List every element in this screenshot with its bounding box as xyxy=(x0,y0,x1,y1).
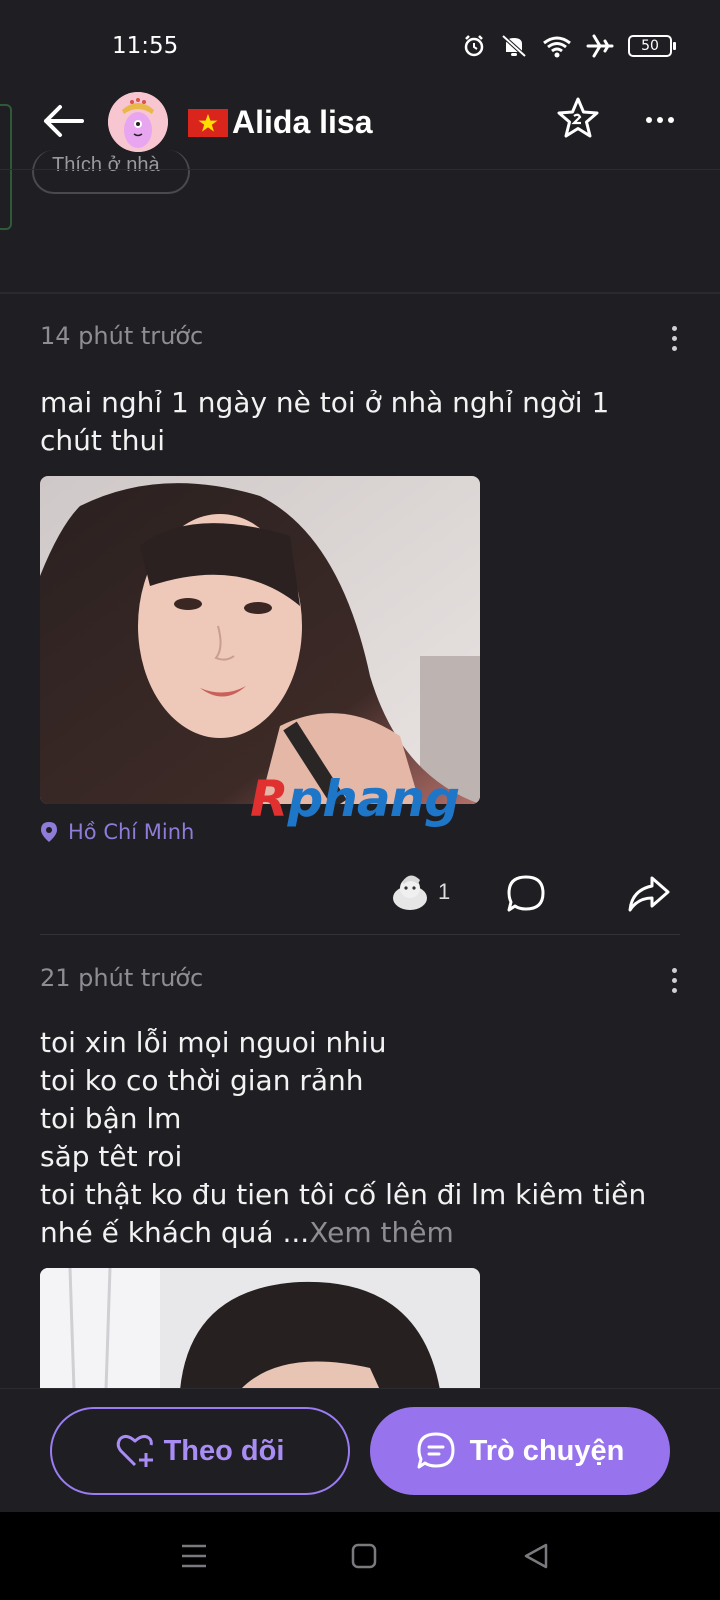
chat-button[interactable]: Trò chuyện xyxy=(370,1407,670,1495)
dot xyxy=(671,978,677,983)
status-icons: 50 xyxy=(462,34,676,58)
battery-icon: 50 xyxy=(628,35,676,57)
profile-header: Alida lisa xyxy=(0,90,720,170)
system-nav-bar xyxy=(0,1512,720,1600)
photo-image xyxy=(40,476,480,804)
status-bar: 11:55 50 xyxy=(0,0,720,90)
post-time: 14 phút trước xyxy=(40,322,204,350)
wifi-icon xyxy=(543,36,571,58)
photo-image xyxy=(40,1268,480,1390)
location-pin-icon xyxy=(41,822,57,842)
post-photo[interactable] xyxy=(40,476,480,804)
dot xyxy=(668,117,674,123)
airplane-icon xyxy=(586,34,614,58)
home-square-icon xyxy=(351,1543,377,1569)
share-icon xyxy=(628,876,670,912)
favorite-button[interactable] xyxy=(556,96,604,144)
home-button[interactable] xyxy=(344,1538,384,1574)
post-menu-button[interactable] xyxy=(662,326,686,356)
post-text: mai nghỉ 1 ngày nè toi ở nhà nghỉ ngời 1… xyxy=(40,386,610,457)
star-icon xyxy=(557,97,599,138)
post-actions: 1 xyxy=(0,864,720,924)
watermark: Rphang xyxy=(250,770,461,828)
see-more-link[interactable]: Xem thêm xyxy=(309,1216,454,1249)
more-options-button[interactable] xyxy=(636,100,684,140)
heart-plus-icon xyxy=(116,1434,153,1467)
back-button[interactable] xyxy=(38,98,88,144)
post-menu-button[interactable] xyxy=(662,968,686,998)
post-text: toi xin lỗi mọi nguoi nhiu toi ko co thờ… xyxy=(40,1024,680,1252)
avatar-icon xyxy=(108,92,168,152)
post-location[interactable]: Hồ Chí Minh xyxy=(40,820,194,844)
reaction-count: 1 xyxy=(438,879,451,904)
dot xyxy=(671,326,677,331)
section-divider xyxy=(0,292,720,294)
menu-icon xyxy=(182,1544,206,1568)
location-label: Hồ Chí Minh xyxy=(68,820,195,844)
profile-name: Alida lisa xyxy=(188,104,373,141)
dot xyxy=(671,988,677,993)
dot xyxy=(671,346,677,351)
vietnam-flag-icon xyxy=(188,108,228,137)
profile-name-text: Alida lisa xyxy=(232,104,373,140)
back-nav-button[interactable] xyxy=(516,1538,556,1574)
dot xyxy=(657,117,663,123)
chat-bubble-icon xyxy=(417,1432,455,1469)
watermark-part-1: R xyxy=(250,770,289,828)
comment-button[interactable] xyxy=(506,874,546,914)
comment-icon xyxy=(507,875,545,912)
share-button[interactable] xyxy=(626,874,670,914)
back-triangle-icon xyxy=(524,1543,548,1569)
post-divider xyxy=(40,934,680,935)
follow-button[interactable]: Theo dõi xyxy=(50,1407,350,1495)
reaction-emoji-icon xyxy=(393,875,427,910)
follow-label: Theo dõi xyxy=(163,1434,285,1467)
post-time: 21 phút trước xyxy=(40,964,204,992)
dot xyxy=(671,336,677,341)
avatar[interactable] xyxy=(108,92,168,152)
bottom-action-bar: Theo dõi Trò chuyện xyxy=(0,1388,720,1512)
post-photo[interactable] xyxy=(40,1268,480,1390)
dot xyxy=(646,117,652,123)
chat-label: Trò chuyện xyxy=(469,1434,625,1467)
reaction-button[interactable]: 1 xyxy=(390,872,450,912)
status-time: 11:55 xyxy=(112,33,179,59)
arrow-left-icon xyxy=(44,105,84,137)
alarm-icon xyxy=(464,35,484,57)
watermark-part-2: phang xyxy=(287,770,461,828)
dot xyxy=(671,968,677,973)
mute-icon xyxy=(501,34,527,58)
recent-apps-button[interactable] xyxy=(174,1538,214,1574)
